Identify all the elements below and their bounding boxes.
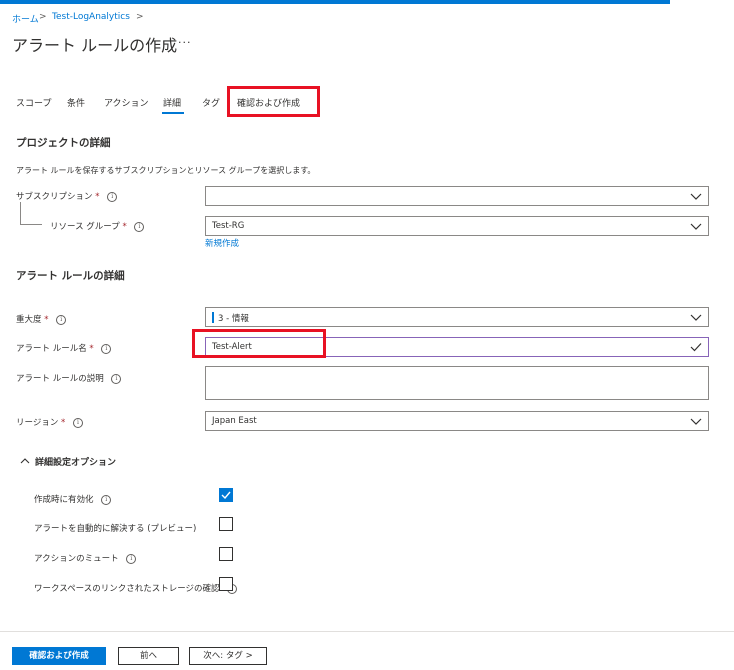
alert-rule-description-textarea[interactable] <box>205 366 709 400</box>
more-options-button[interactable]: ··· <box>178 36 192 49</box>
checkmark-icon <box>690 343 702 352</box>
info-icon[interactable]: i <box>73 417 83 428</box>
subscription-label: サブスクリプション * i <box>16 190 118 202</box>
tab-details[interactable]: 詳細 <box>163 96 181 109</box>
info-icon[interactable]: i <box>111 373 122 384</box>
chevron-down-icon <box>690 314 702 321</box>
mute-actions-label: アクションのミュート i <box>34 552 137 564</box>
mute-actions-checkbox[interactable] <box>219 547 233 561</box>
review-create-button[interactable]: 確認および作成 <box>12 647 106 665</box>
footer-divider <box>0 631 734 632</box>
breadcrumb-workspace[interactable]: Test-LogAnalytics <box>52 12 130 22</box>
alert-rule-name-label: アラート ルール名 * i <box>16 342 112 354</box>
subscription-dropdown[interactable] <box>205 186 709 206</box>
info-icon[interactable]: i <box>126 553 137 564</box>
create-new-resource-group-link[interactable]: 新規作成 <box>205 237 239 249</box>
linked-storage-check-checkbox[interactable] <box>219 577 233 591</box>
enable-on-create-checkbox[interactable] <box>219 488 233 502</box>
top-accent-bar <box>0 0 670 4</box>
advanced-options-heading: 詳細設定オプション <box>35 458 117 468</box>
chevron-down-icon <box>690 418 702 425</box>
info-icon[interactable]: i <box>101 494 112 505</box>
checkmark-icon <box>221 491 231 499</box>
required-asterisk: * <box>44 315 49 325</box>
project-details-heading: プロジェクトの詳細 <box>16 137 111 149</box>
auto-resolve-checkbox[interactable] <box>219 517 233 531</box>
enable-on-create-label: 作成時に有効化 i <box>34 493 112 505</box>
resource-group-label: リソース グループ * i <box>50 220 145 232</box>
auto-resolve-label: アラートを自動的に解決する (プレビュー) <box>34 524 197 534</box>
next-tags-button[interactable]: 次へ: タグ > <box>189 647 267 665</box>
review-tab-highlight-box <box>227 86 320 117</box>
tree-connector-vertical <box>20 202 21 225</box>
breadcrumb-separator: > <box>39 12 47 22</box>
tab-actions[interactable]: アクション <box>104 96 149 109</box>
info-icon[interactable]: i <box>134 221 145 232</box>
breadcrumb-home[interactable]: ホーム <box>12 12 39 25</box>
severity-dropdown[interactable]: 3 - 情報 <box>205 307 709 327</box>
alert-rule-description-label: アラート ルールの説明 i <box>16 372 122 384</box>
active-tab-indicator <box>162 112 184 114</box>
region-label: リージョン * i <box>16 416 83 428</box>
info-icon[interactable]: i <box>107 191 118 202</box>
chevron-down-icon <box>690 223 702 230</box>
severity-label: 重大度 * i <box>16 313 67 325</box>
info-icon[interactable]: i <box>101 343 112 354</box>
required-asterisk: * <box>61 418 66 428</box>
required-asterisk: * <box>95 192 100 202</box>
tree-connector-horizontal <box>20 224 42 225</box>
info-icon[interactable]: i <box>56 314 67 325</box>
name-field-highlight-box <box>192 329 326 358</box>
region-dropdown[interactable]: Japan East <box>205 411 709 431</box>
resource-group-dropdown[interactable]: Test-RG <box>205 216 709 236</box>
tab-condition[interactable]: 条件 <box>67 96 85 109</box>
tab-scope[interactable]: スコープ <box>16 96 51 109</box>
severity-color-bar <box>212 312 214 323</box>
previous-button[interactable]: 前へ <box>118 647 179 665</box>
required-asterisk: * <box>122 222 127 232</box>
project-details-description: アラート ルールを保存するサブスクリプションとリソース グループを選択します。 <box>16 166 316 175</box>
chevron-up-icon <box>20 458 30 464</box>
chevron-down-icon <box>690 193 702 200</box>
page-title: アラート ルールの作成 <box>12 36 178 55</box>
alert-rule-details-heading: アラート ルールの詳細 <box>16 270 125 282</box>
breadcrumb-separator: > <box>136 12 144 22</box>
linked-storage-check-label: ワークスペースのリンクされたストレージの確認 i <box>34 582 238 594</box>
required-asterisk: * <box>89 344 94 354</box>
tab-tags[interactable]: タグ <box>202 96 220 109</box>
